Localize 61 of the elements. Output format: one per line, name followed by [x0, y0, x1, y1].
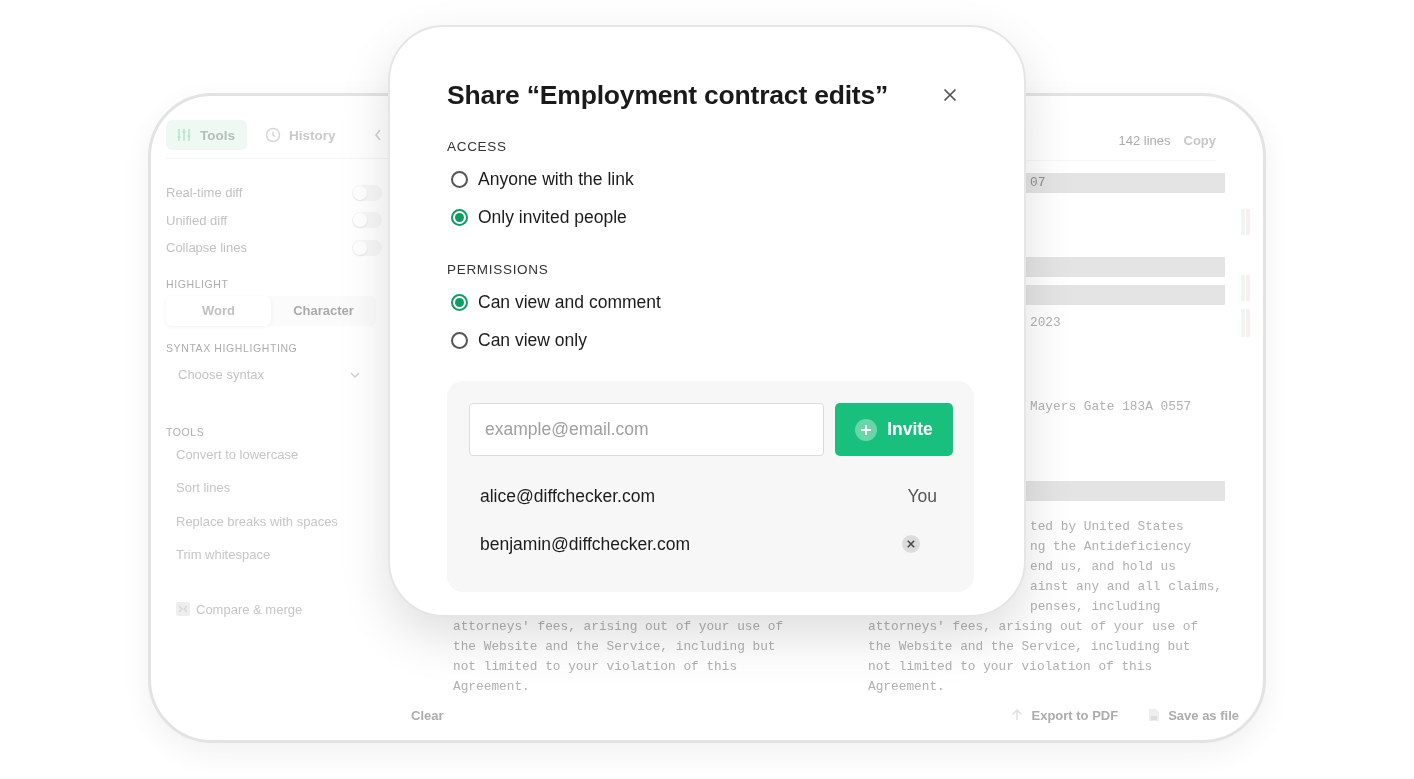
- code-line: penses, including: [1030, 598, 1161, 616]
- tool-item[interactable]: Convert to lowercase: [166, 437, 299, 471]
- close-icon: [902, 535, 920, 553]
- merge-icon: [176, 602, 190, 616]
- code-line: ted by United States: [1030, 518, 1184, 536]
- upload-icon: [1009, 708, 1024, 722]
- clock-icon: [265, 127, 281, 143]
- sidebar-tab[interactable]: Tools: [166, 120, 247, 150]
- code-line: Agreement.: [453, 678, 531, 696]
- tool-item[interactable]: Sort lines: [166, 471, 231, 505]
- toggle-label: Collapse lines: [166, 240, 247, 256]
- close-icon: [943, 88, 957, 102]
- segment-option[interactable]: Word: [166, 295, 271, 326]
- radio-label: Can view and comment: [478, 291, 661, 313]
- toggle-label: Unified diff: [166, 212, 228, 228]
- save-button[interactable]: Save as file: [1148, 707, 1239, 723]
- code-line: end us, and hold us: [1030, 558, 1176, 576]
- email-field[interactable]: example@email.com: [469, 403, 824, 456]
- invite-button[interactable]: Invite: [835, 403, 953, 456]
- radio-label: Can view only: [478, 329, 587, 351]
- member-role: You: [907, 485, 937, 507]
- sliders-icon: [176, 127, 192, 143]
- section-heading: ACCESS: [447, 139, 508, 154]
- code-line: Mayers Gate 183A 0557: [1030, 398, 1192, 416]
- clear-button[interactable]: Clear: [411, 707, 444, 723]
- tool-item[interactable]: Replace breaks with spaces: [166, 504, 338, 538]
- dialog-title: Share “Employment contract edits”: [447, 79, 889, 112]
- toggle-label: Real-time diff: [166, 185, 243, 201]
- member-email: alice@diffchecker.com: [480, 485, 656, 507]
- code-line: ainst any and all claims,: [1030, 578, 1222, 596]
- radio-button[interactable]: [451, 170, 468, 188]
- section-heading: HIGHLIGHT: [166, 277, 230, 290]
- plus-icon: [855, 418, 878, 441]
- radio-button[interactable]: [451, 331, 468, 349]
- member-email: benjamin@diffchecker.com: [480, 533, 691, 555]
- code-line: 07: [1030, 174, 1046, 192]
- code-line: attorneys' fees, arising out of your use of: [453, 618, 785, 636]
- code-line: the Website and the Service, including but: [868, 638, 1192, 656]
- section-heading: SYNTAX HIGHLIGHTING: [166, 341, 299, 354]
- section-heading: TOOLS: [166, 425, 206, 438]
- code-line: Agreement.: [868, 678, 946, 696]
- radio-label: Anyone with the link: [478, 168, 634, 190]
- code-line: ng the Antideficiency: [1030, 538, 1192, 556]
- radio-button[interactable]: [451, 208, 468, 226]
- file-icon: [1148, 708, 1161, 722]
- radio-button[interactable]: [451, 293, 468, 311]
- code-line: attorneys' fees, arising out of your use of: [868, 618, 1200, 636]
- code-line: not limited to your violation of this: [868, 658, 1154, 676]
- line-count: 142 lines: [1118, 132, 1171, 148]
- code-line: not limited to your violation of this: [453, 658, 739, 676]
- tool-item[interactable]: Trim whitespace: [166, 538, 271, 572]
- section-heading: PERMISSIONS: [447, 262, 550, 277]
- syntax-dropdown[interactable]: Choose syntax: [166, 359, 364, 390]
- code-line: the Website and the Service, including but: [453, 638, 777, 656]
- export-button[interactable]: Export to PDF: [1009, 707, 1119, 723]
- radio-label: Only invited people: [478, 206, 627, 228]
- segment-option[interactable]: Character: [271, 295, 376, 326]
- compare-button[interactable]: Compare & merge: [176, 601, 303, 617]
- chevron-down-icon: [350, 371, 360, 378]
- remove-button[interactable]: [902, 535, 920, 553]
- code-line: 2023: [1030, 314, 1061, 332]
